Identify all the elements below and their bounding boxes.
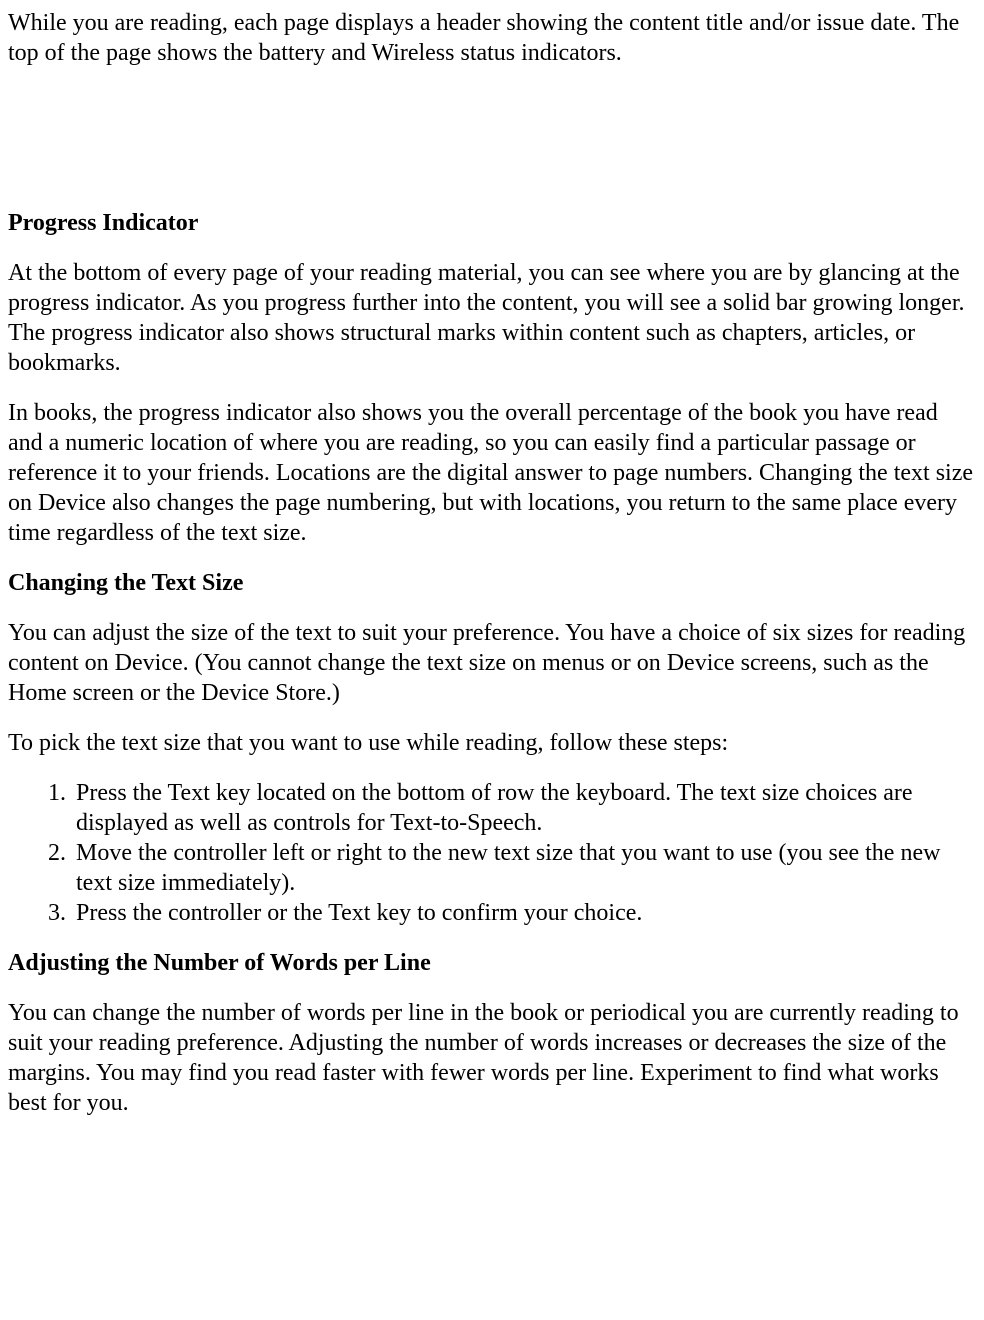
progress-indicator-paragraph-1: At the bottom of every page of your read… [8, 258, 976, 378]
text-size-paragraph-1: You can adjust the size of the text to s… [8, 618, 976, 708]
text-size-paragraph-2: To pick the text size that you want to u… [8, 728, 976, 758]
list-item: Press the controller or the Text key to … [72, 898, 976, 928]
intro-paragraph: While you are reading, each page display… [8, 8, 976, 68]
words-per-line-paragraph-1: You can change the number of words per l… [8, 998, 976, 1118]
text-size-steps-list: Press the Text key located on the bottom… [8, 778, 976, 928]
progress-indicator-paragraph-2: In books, the progress indicator also sh… [8, 398, 976, 548]
list-item: Move the controller left or right to the… [72, 838, 976, 898]
list-item: Press the Text key located on the bottom… [72, 778, 976, 838]
heading-adjusting-words-per-line: Adjusting the Number of Words per Line [8, 948, 976, 978]
heading-changing-text-size: Changing the Text Size [8, 568, 976, 598]
heading-progress-indicator: Progress Indicator [8, 208, 976, 238]
section-spacer [8, 88, 976, 208]
